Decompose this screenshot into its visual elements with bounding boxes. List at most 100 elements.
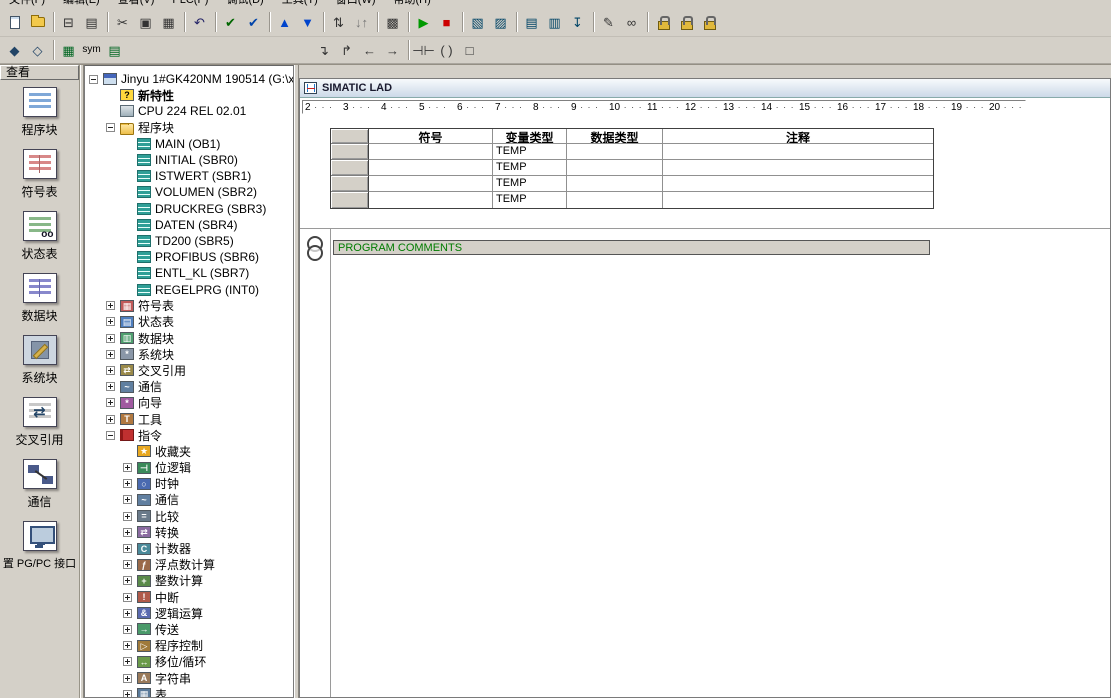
tree-item[interactable]: INITIAL (SBR0) [85, 152, 293, 168]
tree-expander[interactable] [89, 75, 98, 84]
tree-expander[interactable] [123, 674, 132, 683]
tree-item[interactable]: PROFIBUS (SBR6) [85, 249, 293, 265]
tree-item[interactable]: & 逻辑运算 [85, 605, 293, 621]
tree-expander[interactable] [106, 398, 115, 407]
tree-item[interactable]: ○ 时钟 [85, 476, 293, 492]
line-up-button[interactable]: ↱ [335, 39, 358, 62]
sidebar-item-cross-reference[interactable]: 交叉引用 [0, 390, 79, 452]
tree-item[interactable]: ! 中断 [85, 589, 293, 605]
sidebar-item-symbol-table[interactable]: 符号表 [0, 142, 79, 204]
pause-program-status-button[interactable]: ▨ [489, 11, 512, 34]
tree-expander[interactable] [123, 560, 132, 569]
tree-expander[interactable] [123, 641, 132, 650]
line-left-button[interactable]: ← [358, 39, 381, 62]
comment-cell[interactable] [663, 160, 933, 176]
data-type-cell[interactable] [567, 160, 663, 176]
tree-item[interactable]: CPU 224 REL 02.01 [85, 103, 293, 119]
force-lock-button[interactable] [651, 11, 674, 34]
tree-item[interactable]: ? 新特性 [85, 87, 293, 103]
tree-item[interactable]: ENTL_KL (SBR7) [85, 265, 293, 281]
next-bookmark-button[interactable]: ◇ [26, 39, 49, 62]
sidebar-item-status-chart[interactable]: 状态表 [0, 204, 79, 266]
tree-expander[interactable] [123, 495, 132, 504]
lad-editor-body[interactable]: 符号 变量类型 数据类型 注释 TEMP [300, 116, 1110, 697]
tree-item[interactable]: ▤ 状态表 [85, 314, 293, 330]
unforce-lock-button[interactable] [674, 11, 697, 34]
bookmark-toggle-button[interactable]: ◆ [3, 39, 26, 62]
tree-expander[interactable] [106, 317, 115, 326]
tree-item[interactable]: ISTWERT (SBR1) [85, 168, 293, 184]
open-project-button[interactable] [26, 11, 49, 34]
row-selector[interactable] [331, 144, 369, 160]
tree-expander[interactable] [123, 576, 132, 585]
network-comment-box[interactable]: PROGRAM COMMENTS [333, 240, 930, 255]
sort-ascending-button[interactable]: ⇅ [327, 11, 350, 34]
comment-cell[interactable] [663, 176, 933, 192]
tree-expander[interactable] [123, 544, 132, 553]
tree-item[interactable]: C 计数器 [85, 540, 293, 556]
paste-button[interactable]: ▦ [157, 11, 180, 34]
tree-item[interactable]: ~ 通信 [85, 492, 293, 508]
insert-coil-button[interactable]: ( ) [435, 39, 458, 62]
tree-item[interactable]: VOLUMEN (SBR2) [85, 184, 293, 200]
tree-item[interactable]: + 整数计算 [85, 573, 293, 589]
tree-item[interactable]: Jinyu 1#GK420NM 190514 (G:\x [85, 71, 293, 87]
data-type-cell[interactable] [567, 192, 663, 208]
tree-item[interactable]: = 比较 [85, 508, 293, 524]
tree-item[interactable]: ~ 通信 [85, 379, 293, 395]
var-type-cell[interactable]: TEMP [493, 192, 567, 208]
tree-item[interactable]: T 工具 [85, 411, 293, 427]
lad-title-bar[interactable]: SIMATIC LAD [300, 79, 1110, 98]
print-preview-button[interactable]: ▤ [80, 11, 103, 34]
copy-button[interactable]: ▣ [134, 11, 157, 34]
options-button[interactable]: ▩ [381, 11, 404, 34]
chart-status-button[interactable]: ▤ [520, 11, 543, 34]
var-type-cell[interactable]: TEMP [493, 176, 567, 192]
tree-item[interactable]: ▦ 符号表 [85, 298, 293, 314]
compile-button[interactable]: ✔ [219, 11, 242, 34]
undo-button[interactable]: ↶ [188, 11, 211, 34]
symbolic-addressing-button[interactable]: sym [80, 39, 103, 62]
tree-item[interactable]: REGELPRG (INT0) [85, 281, 293, 297]
unforce-all-lock-button[interactable] [697, 11, 720, 34]
tree-expander[interactable] [123, 512, 132, 521]
network-marker-icon[interactable] [305, 236, 325, 264]
tree-expander[interactable] [106, 350, 115, 359]
upload-button[interactable]: ▲ [273, 11, 296, 34]
tree-item[interactable]: * 向导 [85, 395, 293, 411]
tree-expander[interactable] [123, 625, 132, 634]
tree-expander[interactable] [106, 334, 115, 343]
symbol-cell[interactable] [369, 192, 493, 208]
symbol-cell[interactable] [369, 144, 493, 160]
tree-item[interactable]: ⇄ 转换 [85, 524, 293, 540]
tree-expander[interactable] [123, 528, 132, 537]
tree-item[interactable]: ▦ 表 [85, 686, 293, 698]
print-button[interactable]: ⊟ [57, 11, 80, 34]
symbol-cell[interactable] [369, 176, 493, 192]
sidebar-item-system-block[interactable]: 系统块 [0, 328, 79, 390]
tree-item[interactable]: 指令 [85, 427, 293, 443]
var-type-cell[interactable]: TEMP [493, 160, 567, 176]
compile-all-button[interactable]: ✔ [242, 11, 265, 34]
data-type-cell[interactable] [567, 144, 663, 160]
tree-item[interactable]: ƒ 浮点数计算 [85, 557, 293, 573]
cut-button[interactable]: ✂ [111, 11, 134, 34]
sidebar-item-data-block[interactable]: 数据块 [0, 266, 79, 328]
comment-cell[interactable] [663, 192, 933, 208]
tree-expander[interactable] [106, 301, 115, 310]
tree-expander[interactable] [106, 415, 115, 424]
insert-contact-button[interactable]: ⊣⊢ [412, 39, 435, 62]
data-type-cell[interactable] [567, 176, 663, 192]
symbol-info-table-button[interactable]: ▦ [57, 39, 80, 62]
tree-item[interactable]: ⇄ 交叉引用 [85, 362, 293, 378]
row-selector[interactable] [331, 192, 369, 208]
sidebar-item-program-block[interactable]: 程序块 [0, 80, 79, 142]
comment-cell[interactable] [663, 144, 933, 160]
program-status-button[interactable]: ▧ [466, 11, 489, 34]
symbol-table-button[interactable]: ▤ [103, 39, 126, 62]
run-button[interactable]: ▶ [412, 11, 435, 34]
symbol-cell[interactable] [369, 160, 493, 176]
pause-chart-status-button[interactable]: ▥ [543, 11, 566, 34]
tree-expander[interactable] [123, 690, 132, 698]
tree-item[interactable]: ▥ 数据块 [85, 330, 293, 346]
